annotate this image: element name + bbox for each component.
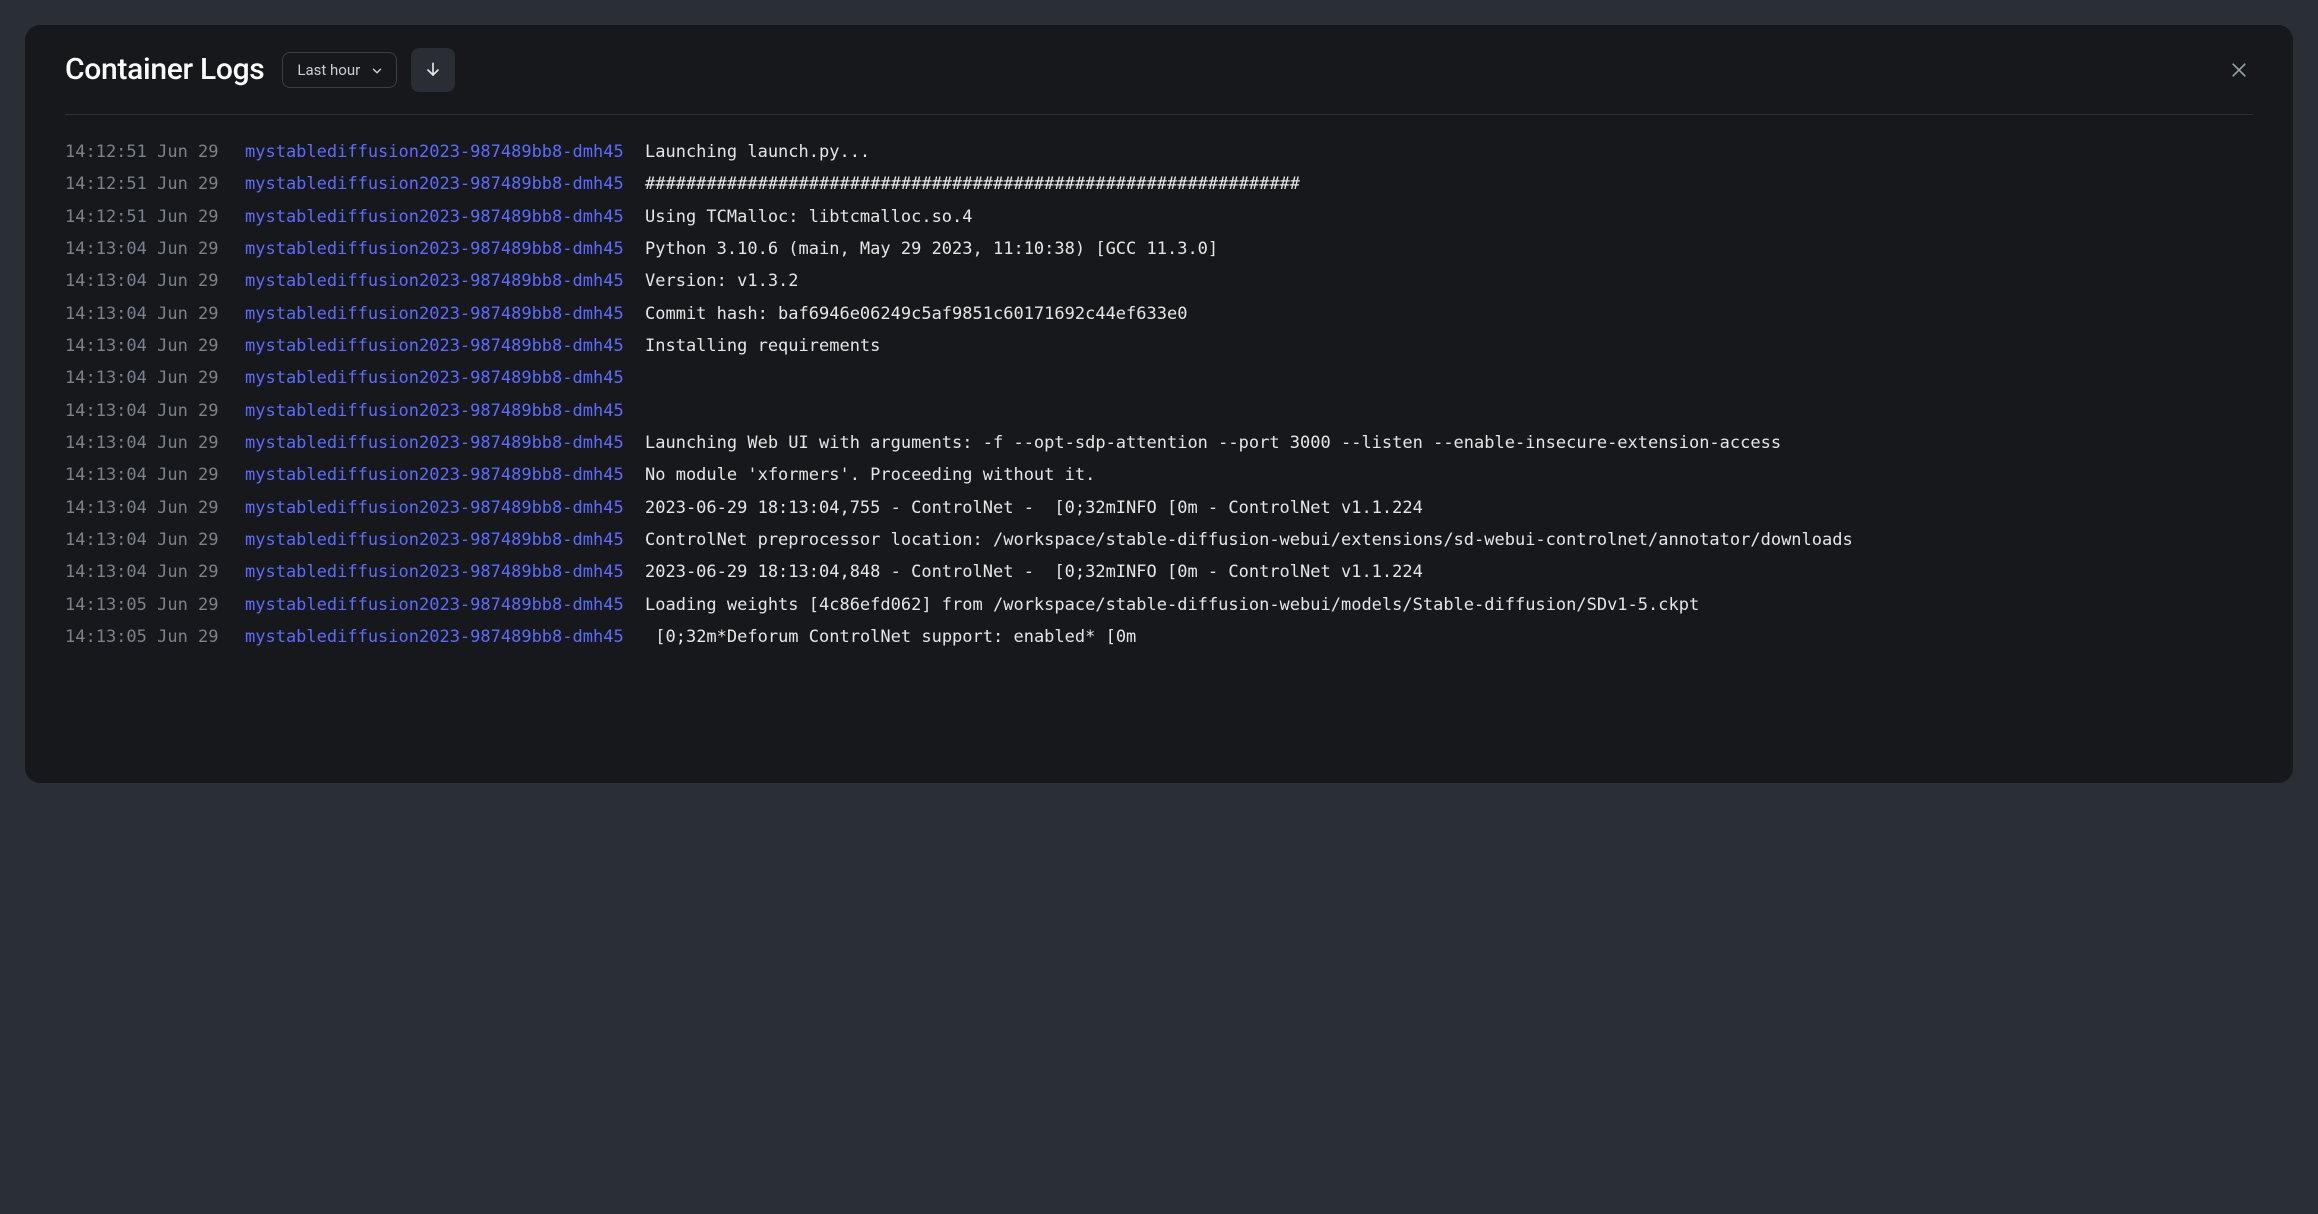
log-message: ########################################…	[645, 171, 2253, 197]
log-source[interactable]: mystablediffusion2023-987489bb8-dmh45	[245, 171, 645, 197]
log-row: 14:13:04 Jun 29mystablediffusion2023-987…	[65, 365, 2253, 391]
log-message: Installing requirements	[645, 333, 2253, 359]
download-button[interactable]	[411, 48, 455, 92]
log-source[interactable]: mystablediffusion2023-987489bb8-dmh45	[245, 527, 645, 553]
log-source[interactable]: mystablediffusion2023-987489bb8-dmh45	[245, 365, 645, 391]
close-icon	[2229, 60, 2249, 80]
log-source[interactable]: mystablediffusion2023-987489bb8-dmh45	[245, 462, 645, 488]
download-icon	[423, 60, 443, 80]
log-row: 14:13:04 Jun 29mystablediffusion2023-987…	[65, 268, 2253, 294]
log-message: ControlNet preprocessor location: /works…	[645, 527, 2253, 553]
log-row: 14:13:04 Jun 29mystablediffusion2023-987…	[65, 559, 2253, 585]
log-source[interactable]: mystablediffusion2023-987489bb8-dmh45	[245, 268, 645, 294]
log-row: 14:12:51 Jun 29mystablediffusion2023-987…	[65, 204, 2253, 230]
log-message: 2023-06-29 18:13:04,755 - ControlNet - […	[645, 495, 2253, 521]
log-source[interactable]: mystablediffusion2023-987489bb8-dmh45	[245, 139, 645, 165]
page-title: Container Logs	[65, 52, 264, 87]
log-timestamp: 14:13:05 Jun 29	[65, 592, 245, 618]
chevron-down-icon	[370, 64, 382, 76]
log-message: Version: v1.3.2	[645, 268, 2253, 294]
log-source[interactable]: mystablediffusion2023-987489bb8-dmh45	[245, 204, 645, 230]
log-row: 14:13:05 Jun 29mystablediffusion2023-987…	[65, 592, 2253, 618]
log-source[interactable]: mystablediffusion2023-987489bb8-dmh45	[245, 333, 645, 359]
log-message: Python 3.10.6 (main, May 29 2023, 11:10:…	[645, 236, 2253, 262]
log-timestamp: 14:13:04 Jun 29	[65, 495, 245, 521]
log-message: 2023-06-29 18:13:04,848 - ControlNet - […	[645, 559, 2253, 585]
logs-panel: Container Logs Last hour 14:12:51 Jun 29…	[24, 24, 2294, 784]
log-message: No module 'xformers'. Proceeding without…	[645, 462, 2253, 488]
log-timestamp: 14:13:04 Jun 29	[65, 462, 245, 488]
log-timestamp: 14:13:04 Jun 29	[65, 268, 245, 294]
log-message: Launching launch.py...	[645, 139, 2253, 165]
log-row: 14:13:05 Jun 29mystablediffusion2023-987…	[65, 624, 2253, 650]
log-source[interactable]: mystablediffusion2023-987489bb8-dmh45	[245, 624, 645, 650]
log-timestamp: 14:13:04 Jun 29	[65, 236, 245, 262]
log-list: 14:12:51 Jun 29mystablediffusion2023-987…	[65, 139, 2253, 651]
log-message: Loading weights [4c86efd062] from /works…	[645, 592, 2253, 618]
log-source[interactable]: mystablediffusion2023-987489bb8-dmh45	[245, 236, 645, 262]
log-row: 14:13:04 Jun 29mystablediffusion2023-987…	[65, 398, 2253, 424]
log-source[interactable]: mystablediffusion2023-987489bb8-dmh45	[245, 559, 645, 585]
log-timestamp: 14:13:04 Jun 29	[65, 333, 245, 359]
log-source[interactable]: mystablediffusion2023-987489bb8-dmh45	[245, 495, 645, 521]
log-source[interactable]: mystablediffusion2023-987489bb8-dmh45	[245, 301, 645, 327]
log-message: Launching Web UI with arguments: -f --op…	[645, 430, 2253, 456]
log-row: 14:13:04 Jun 29mystablediffusion2023-987…	[65, 301, 2253, 327]
panel-header: Container Logs Last hour	[65, 25, 2253, 115]
log-source[interactable]: mystablediffusion2023-987489bb8-dmh45	[245, 398, 645, 424]
log-row: 14:13:04 Jun 29mystablediffusion2023-987…	[65, 430, 2253, 456]
log-message: Using TCMalloc: libtcmalloc.so.4	[645, 204, 2253, 230]
log-timestamp: 14:13:04 Jun 29	[65, 301, 245, 327]
log-timestamp: 14:12:51 Jun 29	[65, 139, 245, 165]
log-message: [0;32m*Deforum ControlNet support: enabl…	[645, 624, 2253, 650]
log-message: Commit hash: baf6946e06249c5af9851c60171…	[645, 301, 2253, 327]
log-row: 14:13:04 Jun 29mystablediffusion2023-987…	[65, 495, 2253, 521]
log-row: 14:13:04 Jun 29mystablediffusion2023-987…	[65, 527, 2253, 553]
log-row: 14:13:04 Jun 29mystablediffusion2023-987…	[65, 236, 2253, 262]
log-timestamp: 14:13:04 Jun 29	[65, 365, 245, 391]
log-timestamp: 14:13:05 Jun 29	[65, 624, 245, 650]
log-timestamp: 14:12:51 Jun 29	[65, 204, 245, 230]
log-row: 14:12:51 Jun 29mystablediffusion2023-987…	[65, 139, 2253, 165]
log-timestamp: 14:13:04 Jun 29	[65, 398, 245, 424]
time-range-label: Last hour	[297, 61, 360, 79]
log-source[interactable]: mystablediffusion2023-987489bb8-dmh45	[245, 430, 645, 456]
log-source[interactable]: mystablediffusion2023-987489bb8-dmh45	[245, 592, 645, 618]
log-row: 14:13:04 Jun 29mystablediffusion2023-987…	[65, 462, 2253, 488]
time-range-select[interactable]: Last hour	[282, 52, 397, 88]
close-button[interactable]	[2225, 56, 2253, 84]
log-timestamp: 14:13:04 Jun 29	[65, 527, 245, 553]
log-timestamp: 14:13:04 Jun 29	[65, 430, 245, 456]
log-timestamp: 14:13:04 Jun 29	[65, 559, 245, 585]
log-timestamp: 14:12:51 Jun 29	[65, 171, 245, 197]
log-row: 14:13:04 Jun 29mystablediffusion2023-987…	[65, 333, 2253, 359]
log-row: 14:12:51 Jun 29mystablediffusion2023-987…	[65, 171, 2253, 197]
